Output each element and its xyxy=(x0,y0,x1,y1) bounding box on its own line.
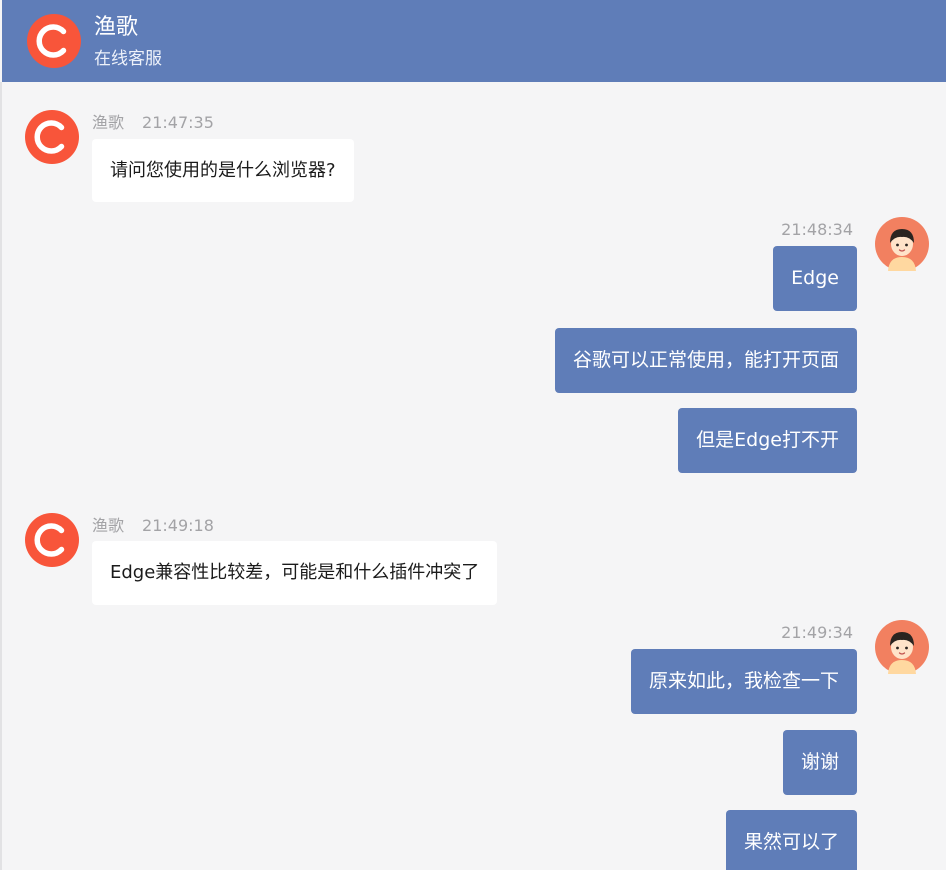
message-bubble: Edge xyxy=(773,246,857,311)
chat-header: 渔歌 在线客服 xyxy=(2,0,946,82)
message-bubble: 原来如此，我检查一下 xyxy=(630,649,857,714)
message-bubble: 请问您使用的是什么浏览器? xyxy=(92,139,354,202)
message-time: 21:48:34 xyxy=(781,220,853,239)
user-avatar-icon xyxy=(875,217,929,271)
message-time: 21:49:34 xyxy=(781,623,853,642)
message-bubble: Edge兼容性比较差，可能是和什么插件冲突了 xyxy=(92,541,498,605)
agent-avatar-icon xyxy=(25,110,79,164)
message-time: 21:49:18 xyxy=(142,516,214,535)
agent-avatar-icon xyxy=(25,513,79,567)
window-left-border xyxy=(0,82,2,870)
user-avatar-icon xyxy=(875,620,929,674)
message-bubble: 谷歌可以正常使用，能打开页面 xyxy=(554,328,857,393)
message-bubble: 但是Edge打不开 xyxy=(678,408,857,473)
message-time: 21:47:35 xyxy=(142,113,214,132)
message-meta: 渔歌 21:49:18 xyxy=(92,515,214,537)
sender-name: 渔歌 xyxy=(92,113,125,132)
message-bubble: 谢谢 xyxy=(782,730,857,795)
chat-window: 渔歌 在线客服 渔歌 21:47:35 请问您使用的是什么浏览器? 21:48:3… xyxy=(0,0,946,870)
message-meta: 渔歌 21:47:35 xyxy=(92,112,214,134)
message-bubble: 果然可以了 xyxy=(725,810,857,870)
header-agent-name: 渔歌 xyxy=(94,15,139,40)
agent-avatar-logo-icon xyxy=(27,14,81,68)
header-agent-status: 在线客服 xyxy=(94,49,162,69)
sender-name: 渔歌 xyxy=(92,516,125,535)
